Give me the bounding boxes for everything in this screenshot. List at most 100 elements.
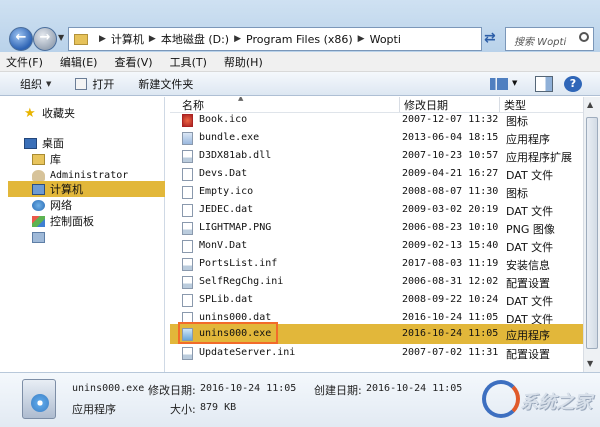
file-row[interactable]: Empty.ico 2008-08-07 11:30 图标 xyxy=(170,183,583,201)
file-name: LIGHTMAP.PNG xyxy=(199,222,272,233)
preview-pane-icon[interactable] xyxy=(535,76,553,92)
menu-bar: 文件(F) 编辑(E) 查看(V) 工具(T) 帮助(H) xyxy=(0,52,600,72)
nav-item-recycle-bin[interactable] xyxy=(8,229,165,245)
search-input[interactable]: 搜索 Wopti xyxy=(505,27,594,51)
menu-edit[interactable]: 编辑(E) xyxy=(60,54,98,70)
column-header-date[interactable]: 修改日期 xyxy=(400,97,500,112)
address-bar[interactable]: ▶ 计算机 ▶ 本地磁盘 (D:) ▶ Program Files (x86) … xyxy=(68,27,482,51)
forward-button[interactable]: → xyxy=(33,27,57,51)
file-type: DAT 文件 xyxy=(506,295,554,308)
scroll-down-icon[interactable]: ▼ xyxy=(587,359,593,368)
star-icon: ★ xyxy=(24,105,36,121)
organize-label: 组织 xyxy=(20,77,42,91)
breadcrumb-wopti[interactable]: Wopti xyxy=(370,33,401,46)
vertical-scrollbar[interactable]: ▲ ▼ xyxy=(583,97,600,372)
view-options-icon[interactable] xyxy=(490,78,508,90)
search-icon xyxy=(579,32,589,42)
file-name: bundle.exe xyxy=(199,132,260,143)
search-placeholder: 搜索 Wopti xyxy=(514,37,567,48)
breadcrumb-drive-d[interactable]: 本地磁盘 (D:) xyxy=(161,31,229,47)
breadcrumb-computer[interactable]: 计算机 xyxy=(111,31,144,47)
menu-file[interactable]: 文件(F) xyxy=(6,54,43,70)
open-icon xyxy=(75,77,88,90)
recent-pages-dropdown-icon[interactable]: ▼ xyxy=(58,33,64,42)
nav-item-desktop[interactable]: 桌面 xyxy=(8,135,165,151)
scroll-up-icon[interactable]: ▲ xyxy=(587,100,593,109)
chevron-right-icon[interactable]: ▶ xyxy=(144,34,161,44)
file-date: 2006-08-31 12:02 xyxy=(402,276,499,287)
file-date: 2007-12-07 11:32 xyxy=(402,114,499,125)
nav-item-library[interactable]: 库 xyxy=(8,151,165,167)
desktop-icon xyxy=(24,137,37,149)
column-header-type[interactable]: 类型 xyxy=(500,97,583,112)
user-folder-icon xyxy=(32,169,45,181)
nav-item-label: 计算机 xyxy=(50,183,83,196)
open-button[interactable]: 打开 xyxy=(75,76,114,92)
details-modified-label: 修改日期: xyxy=(148,384,196,397)
dat-file-icon xyxy=(182,168,193,181)
file-row[interactable]: LIGHTMAP.PNG 2006-08-23 10:10 PNG 图像 xyxy=(170,219,583,237)
file-row[interactable]: D3DX81ab.dll 2007-10-23 10:57 应用程序扩展 xyxy=(170,147,583,165)
back-arrow-icon: ← xyxy=(15,30,27,45)
nav-item-label: 桌面 xyxy=(42,137,64,150)
library-icon xyxy=(32,153,45,165)
refresh-icon[interactable]: ⇄ xyxy=(484,30,500,48)
file-row[interactable]: SelfRegChg.ini 2006-08-31 12:02 配置设置 xyxy=(170,273,583,291)
menu-help[interactable]: 帮助(H) xyxy=(224,54,263,70)
nav-item-computer[interactable]: 计算机 xyxy=(8,181,165,197)
menu-tools[interactable]: 工具(T) xyxy=(170,54,207,70)
inf-file-icon xyxy=(182,258,193,271)
open-label: 打开 xyxy=(92,77,115,91)
ini-file-icon xyxy=(182,276,193,289)
file-date: 2016-10-24 11:05 xyxy=(402,312,499,323)
nav-item-control-panel[interactable]: 控制面板 xyxy=(8,213,165,229)
logo-ring-icon xyxy=(482,380,520,418)
details-size-value: 879 KB xyxy=(200,402,237,413)
details-size-label: 大小: xyxy=(170,403,196,416)
file-name: UpdateServer.ini xyxy=(199,347,296,358)
chevron-down-icon[interactable]: ▼ xyxy=(512,79,517,87)
file-date: 2016-10-24 11:05 xyxy=(402,328,499,339)
folder-icon xyxy=(74,33,88,45)
breadcrumb-program-files[interactable]: Program Files (x86) xyxy=(246,33,353,46)
address-bar-area: ← → ▼ ▶ 计算机 ▶ 本地磁盘 (D:) ▶ Program Files … xyxy=(0,0,600,52)
chevron-right-icon[interactable]: ▶ xyxy=(229,34,246,44)
dll-file-icon xyxy=(182,150,193,163)
file-date: 2007-07-02 11:31 xyxy=(402,347,499,358)
file-name: SPLib.dat xyxy=(199,294,254,305)
file-type: 安装信息 xyxy=(506,259,550,272)
file-row[interactable]: PortsList.inf 2017-08-03 11:19 安装信息 xyxy=(170,255,583,273)
details-created-value: 2016-10-24 11:05 xyxy=(366,383,463,394)
nav-item-network[interactable]: 网络 xyxy=(8,197,165,213)
file-type: 配置设置 xyxy=(506,348,550,361)
file-row[interactable]: Book.ico 2007-12-07 11:32 图标 xyxy=(170,111,583,129)
icon-file-icon xyxy=(182,186,193,199)
file-row[interactable]: bundle.exe 2013-06-04 18:15 应用程序 xyxy=(170,129,583,147)
column-header-name[interactable]: ▲ 名称 xyxy=(178,97,400,112)
exe-file-icon xyxy=(182,132,193,145)
chevron-right-icon[interactable]: ▶ xyxy=(353,34,370,44)
chevron-down-icon: ▼ xyxy=(46,79,52,88)
file-row[interactable]: SPLib.dat 2008-09-22 10:24 DAT 文件 xyxy=(170,291,583,309)
file-row[interactable]: JEDEC.dat 2009-03-02 20:19 DAT 文件 xyxy=(170,201,583,219)
chevron-right-icon[interactable]: ▶ xyxy=(94,34,111,44)
file-type: DAT 文件 xyxy=(506,169,554,182)
sort-up-icon: ▲ xyxy=(238,97,244,102)
organize-button[interactable]: 组织 ▼ xyxy=(20,76,51,92)
file-date: 2008-09-22 10:24 xyxy=(402,294,499,305)
file-name: D3DX81ab.dll xyxy=(199,150,272,161)
file-row[interactable]: MonV.Dat 2009-02-13 15:40 DAT 文件 xyxy=(170,237,583,255)
scroll-thumb[interactable] xyxy=(586,117,598,349)
file-date: 2009-04-21 16:27 xyxy=(402,168,499,179)
file-name: JEDEC.dat xyxy=(199,204,254,215)
file-row-selected[interactable]: unins000.exe 2016-10-24 11:05 应用程序 xyxy=(170,322,583,344)
file-row[interactable]: UpdateServer.ini 2007-07-02 11:31 配置设置 xyxy=(170,344,583,362)
menu-view[interactable]: 查看(V) xyxy=(114,54,152,70)
file-row[interactable]: Devs.Dat 2009-04-21 16:27 DAT 文件 xyxy=(170,165,583,183)
navigation-pane: ★ 收藏夹 桌面 库 Administrator 计算机 网络 控制面板 xyxy=(8,97,165,372)
help-icon[interactable]: ? xyxy=(564,76,582,92)
ini-file-icon xyxy=(182,347,193,360)
new-folder-button[interactable]: 新建文件夹 xyxy=(138,76,193,92)
back-button[interactable]: ← xyxy=(9,27,33,51)
nav-item-favorites[interactable]: ★ 收藏夹 xyxy=(8,105,165,121)
